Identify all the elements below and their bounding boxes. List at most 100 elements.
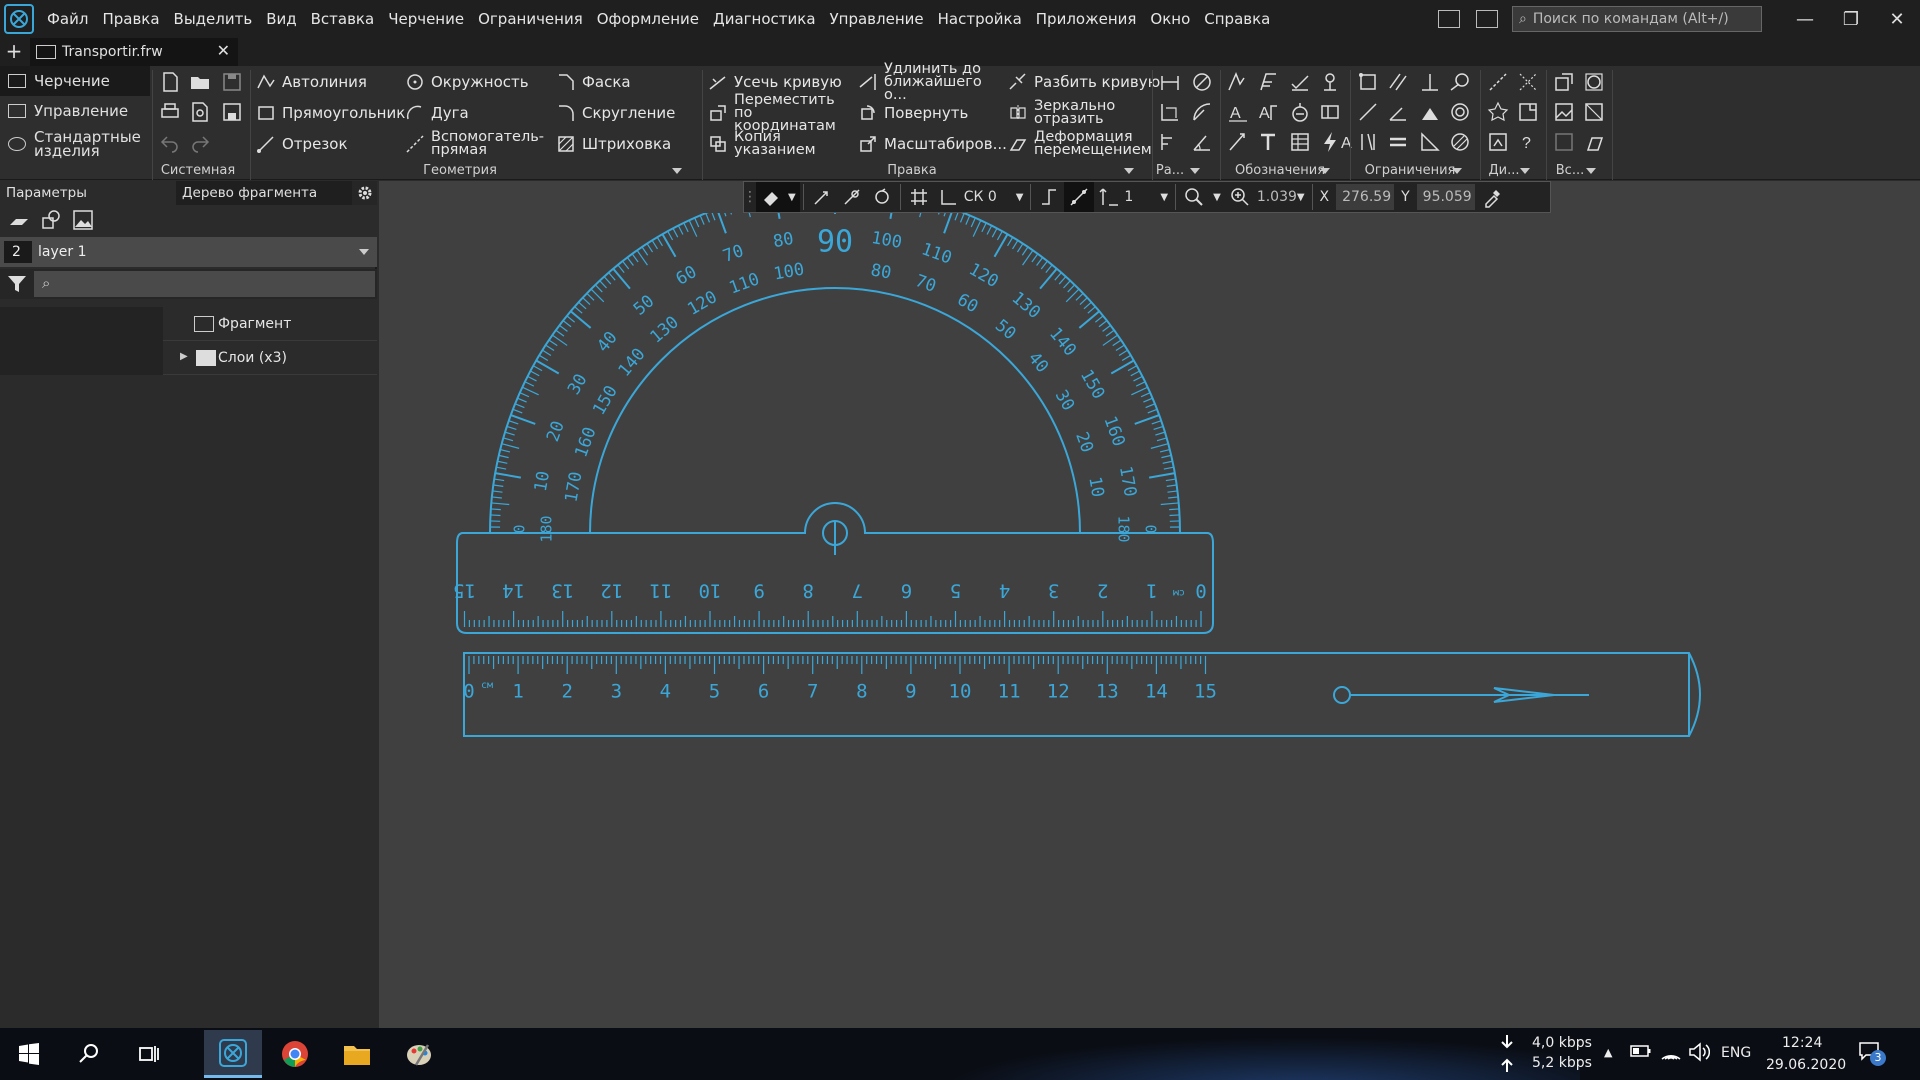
x-coordinate-field[interactable]: 276.59: [1336, 184, 1395, 210]
chrome-icon[interactable]: [266, 1030, 324, 1078]
hatch-constraint-icon[interactable]: [1448, 130, 1472, 154]
linear-dimension-icon[interactable]: [1158, 100, 1182, 124]
snap-settings-icon[interactable]: [837, 182, 867, 212]
expand-arrow-icon[interactable]: ▶: [180, 351, 188, 362]
tolerance-icon[interactable]: [1318, 100, 1342, 124]
mode-standard-parts[interactable]: Стандартные изделия: [0, 126, 150, 162]
menu-file[interactable]: Файл: [40, 0, 95, 38]
chamfer-button[interactable]: Фаска: [556, 68, 631, 96]
close-button[interactable]: ✕: [1874, 0, 1920, 38]
insert-macro-icon[interactable]: [1582, 130, 1606, 154]
rotate-button[interactable]: Повернуть: [858, 99, 968, 127]
undo-icon[interactable]: [158, 130, 182, 154]
open-folder-icon[interactable]: [188, 70, 212, 94]
image-icon[interactable]: [72, 209, 94, 231]
diag-points-icon[interactable]: [1516, 70, 1540, 94]
symmetry-icon[interactable]: [1418, 100, 1442, 124]
app-logo-icon[interactable]: [4, 4, 34, 34]
fillet-button[interactable]: Скругление: [556, 99, 675, 127]
menu-insert[interactable]: Вставка: [304, 0, 382, 38]
layer-icon[interactable]: [8, 211, 30, 231]
ordinate-dimension-icon[interactable]: [1158, 130, 1182, 154]
di-dropdown-icon[interactable]: [1520, 168, 1530, 174]
command-search-input[interactable]: ⌕ Поиск по командам (Alt+/): [1512, 6, 1762, 32]
diag-line-icon[interactable]: [1486, 70, 1510, 94]
zoom-window-icon[interactable]: ▼: [1179, 182, 1225, 212]
fix-point-icon[interactable]: [1356, 70, 1380, 94]
tree-search-input[interactable]: ⌕: [34, 271, 375, 297]
menu-drawing[interactable]: Черчение: [381, 0, 471, 38]
menu-settings[interactable]: Настройка: [931, 0, 1029, 38]
diag-help-icon[interactable]: ?: [1516, 130, 1540, 154]
menu-diagnostics[interactable]: Диагностика: [706, 0, 823, 38]
filter-icon[interactable]: [6, 274, 28, 294]
leader-icon[interactable]: [1226, 70, 1250, 94]
base-icon[interactable]: [1288, 70, 1312, 94]
parallel-icon[interactable]: [1386, 70, 1410, 94]
kompas-app-icon[interactable]: [204, 1030, 262, 1078]
rotate-view-icon[interactable]: [867, 182, 897, 212]
menu-help[interactable]: Справка: [1197, 0, 1277, 38]
segment-button[interactable]: Отрезок: [256, 130, 348, 158]
copy-by-pointing-button[interactable]: Копия указанием: [708, 130, 824, 158]
layer-selector[interactable]: 2 layer 1: [0, 237, 377, 267]
preview-icon[interactable]: [188, 100, 212, 124]
radius-dimension-icon[interactable]: [1190, 100, 1214, 124]
insert-link-icon[interactable]: [1552, 130, 1576, 154]
constraints-dropdown-icon[interactable]: [1452, 168, 1462, 174]
coordinate-system-selector[interactable]: СК 0 ▼: [934, 182, 1028, 212]
new-tab-icon[interactable]: +: [4, 41, 24, 63]
save-icon[interactable]: [220, 70, 244, 94]
diag-report-icon[interactable]: [1486, 130, 1510, 154]
move-by-coords-button[interactable]: Переместить по координатам: [708, 92, 854, 133]
eyedropper-icon[interactable]: [1478, 182, 1508, 212]
diag-check-icon[interactable]: [1516, 100, 1540, 124]
search-icon[interactable]: [60, 1030, 118, 1078]
extend-to-nearest-button[interactable]: Удлинить до ближайшего о...: [858, 61, 1004, 102]
mark-icon[interactable]: [1288, 100, 1312, 124]
menu-apps[interactable]: Приложения: [1029, 0, 1144, 38]
roughness-icon[interactable]: [1256, 70, 1280, 94]
volume-icon[interactable]: [1688, 1042, 1711, 1062]
view-structure-icon[interactable]: [40, 209, 62, 231]
insert-view-icon[interactable]: [1582, 70, 1606, 94]
insert-object-icon[interactable]: [1582, 100, 1606, 124]
wifi-icon[interactable]: [1660, 1042, 1682, 1062]
edit-dropdown-icon[interactable]: [1124, 168, 1134, 174]
document-tab[interactable]: Transportir.frw ✕: [30, 38, 238, 66]
perpendicular-icon[interactable]: [1418, 70, 1442, 94]
text-icon[interactable]: [1256, 130, 1280, 154]
chevron-down-icon[interactable]: [359, 249, 369, 255]
rectangle-button[interactable]: Прямоугольник: [256, 99, 405, 127]
insert-fragment-icon[interactable]: [1552, 70, 1576, 94]
layout-single-icon[interactable]: [1438, 10, 1460, 28]
arc-button[interactable]: Дуга: [405, 99, 469, 127]
protractor-drawing[interactable]: 10 17020 160301504014050130601207011080100…: [379, 213, 1920, 1028]
geometry-dropdown-icon[interactable]: [672, 168, 682, 174]
menu-design[interactable]: Оформление: [590, 0, 706, 38]
mode-drawing[interactable]: Черчение: [0, 66, 150, 96]
notifications-icon[interactable]: 3: [1858, 1040, 1886, 1066]
mode-manage[interactable]: Управление: [0, 96, 150, 126]
task-view-icon[interactable]: [120, 1030, 178, 1078]
file-explorer-icon[interactable]: [328, 1030, 386, 1078]
local-snap-icon[interactable]: [807, 182, 837, 212]
input-language[interactable]: ENG: [1721, 1044, 1751, 1062]
insert-image-icon[interactable]: [1552, 100, 1576, 124]
battery-icon[interactable]: [1630, 1044, 1652, 1058]
angle-fix-icon[interactable]: [1418, 130, 1442, 154]
collinear-icon[interactable]: [1356, 100, 1380, 124]
menu-select[interactable]: Выделить: [167, 0, 260, 38]
deform-move-button[interactable]: Деформация перемещением: [1008, 130, 1152, 158]
new-document-icon[interactable]: [158, 70, 182, 94]
zoom-selector[interactable]: 1.039 ▼: [1225, 182, 1309, 212]
print-icon[interactable]: [158, 100, 182, 124]
text-label-icon[interactable]: A: [1226, 100, 1250, 124]
diag-star-icon[interactable]: [1486, 100, 1510, 124]
position-icon[interactable]: [1318, 70, 1342, 94]
minimize-button[interactable]: —: [1782, 0, 1828, 38]
hatch-button[interactable]: Штриховка: [556, 130, 671, 158]
annotations-dropdown-icon[interactable]: [1320, 168, 1330, 174]
tab-fragment-tree[interactable]: Дерево фрагмента: [176, 181, 352, 205]
mirror-button[interactable]: Зеркально отразить: [1008, 99, 1134, 127]
